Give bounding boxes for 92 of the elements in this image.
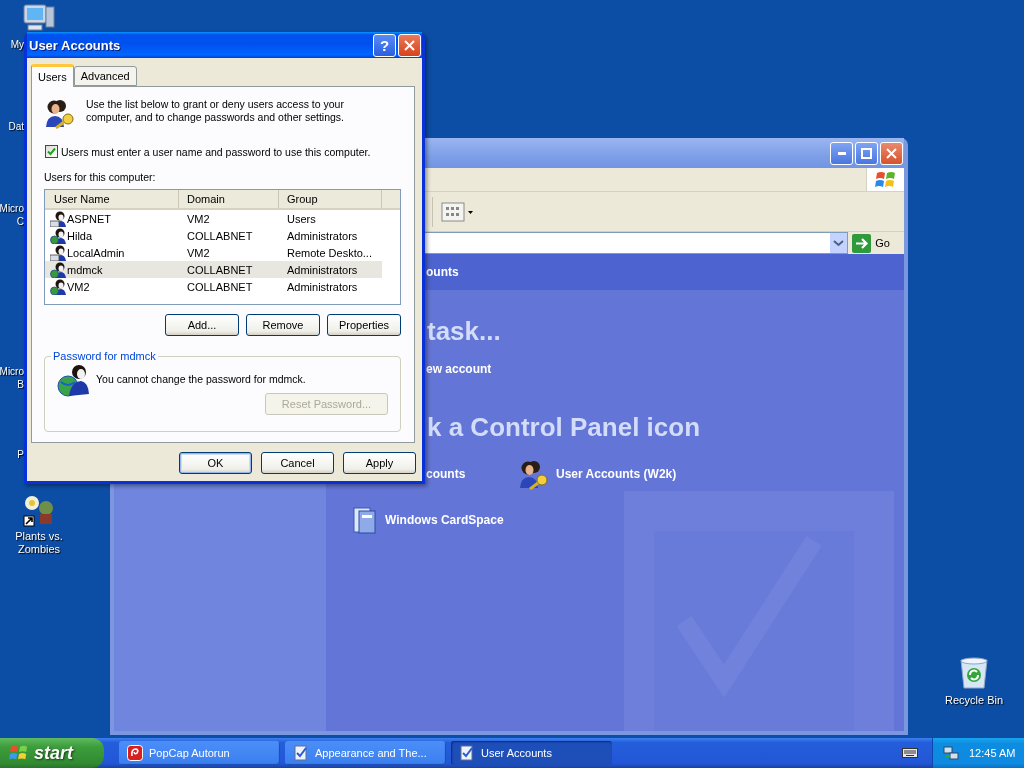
minimize-icon (837, 151, 846, 155)
icon-label: Dat (8, 120, 24, 133)
list-button[interactable]: Remove (246, 314, 320, 336)
list-label: Users for this computer: (44, 171, 157, 183)
close-button[interactable] (880, 141, 903, 165)
maximize-button[interactable] (855, 141, 878, 165)
table-cell: Hilda (67, 229, 93, 242)
table-cell: VM2 (187, 246, 210, 259)
section-heading: k a Control Panel icon (427, 411, 701, 443)
header-title: ounts (426, 265, 459, 279)
globe-user-icon (57, 364, 91, 398)
table-cell: COLLABNET (187, 229, 253, 242)
dialog-button[interactable]: Cancel (261, 452, 334, 474)
table-cell: Users (287, 212, 316, 225)
checkbox-label: Users must enter a user name and password to use this computer. (61, 145, 371, 158)
list-button[interactable]: Properties (327, 314, 401, 336)
computer-icon[interactable] (22, 3, 56, 33)
globe-user-icon (50, 227, 66, 244)
start-button[interactable]: start (0, 738, 104, 768)
icon-label: P (17, 448, 24, 461)
icon-label: Zombies (17, 543, 61, 556)
table-cell: Administrators (287, 280, 358, 293)
checkbox[interactable] (45, 145, 58, 158)
flag-logo-icon (9, 744, 29, 762)
table-cell: Administrators (287, 229, 358, 242)
flower-shortcut-icon[interactable] (22, 494, 56, 528)
task-link[interactable]: ew account (426, 361, 492, 377)
computer-user-icon (50, 244, 66, 261)
maximize-icon (861, 147, 872, 159)
icon-label: Recycle Bin (944, 694, 1004, 707)
table-cell: Remote Deskto... (287, 246, 372, 259)
window-check-icon (293, 745, 309, 761)
clock[interactable]: 12:45 AM (969, 747, 1016, 759)
user-row[interactable]: LocalAdmin VM2 Remote Deskto... (45, 244, 382, 261)
column-header[interactable]: Group (279, 190, 382, 208)
dialog-button[interactable]: Apply (343, 452, 416, 474)
control-panel-link[interactable]: Windows CardSpace (385, 513, 504, 527)
taskbar-button[interactable]: User Accounts (451, 741, 612, 765)
list-button[interactable]: Add... (165, 314, 239, 336)
users-key-icon (518, 458, 550, 490)
table-cell: COLLABNET (187, 280, 253, 293)
window-title: User Accounts (29, 37, 122, 53)
user-row[interactable]: mdmck COLLABNET Administrators (45, 261, 382, 278)
view-icon[interactable] (441, 201, 475, 222)
user-row[interactable]: VM2 COLLABNET Administrators (45, 278, 382, 295)
icon-label: Plants vs. (15, 530, 63, 543)
table-cell: VM2 (187, 212, 210, 225)
go-button[interactable]: Go (852, 233, 904, 253)
icon-label: Micro (0, 365, 24, 378)
section-heading: task... (427, 315, 501, 347)
table-cell: mdmck (67, 263, 103, 276)
intro-text: Use the list below to grant or deny users access to your computer, and to change passwords and other settings. (86, 98, 345, 124)
close-icon (886, 147, 897, 159)
table-cell: Administrators (287, 263, 358, 276)
icon-label: My (10, 38, 24, 51)
table-cell: COLLABNET (187, 263, 253, 276)
taskbar-button[interactable]: Appearance and The... (285, 741, 446, 765)
icon-label: C (16, 215, 24, 228)
globe-user-icon (50, 278, 66, 295)
swirl-icon (127, 745, 143, 761)
user-row[interactable]: ASPNET VM2 Users (45, 210, 382, 227)
dialog-button[interactable]: OK (179, 452, 252, 474)
recycle-bin-icon[interactable] (958, 656, 990, 690)
close-button[interactable] (398, 33, 421, 57)
control-panel-link[interactable]: User Accounts (W2k) (556, 467, 677, 481)
taskbar-button[interactable]: PopCap Autorun (119, 741, 280, 765)
card-icon[interactable] (351, 505, 379, 535)
icon-label: Micro (0, 202, 24, 215)
check-icon (47, 147, 56, 156)
icon-label: B (17, 378, 24, 391)
user-row[interactable]: Hilda COLLABNET Administrators (45, 227, 382, 244)
minimize-button[interactable] (830, 141, 853, 165)
table-cell: LocalAdmin (67, 246, 125, 259)
tab[interactable]: Users (31, 64, 74, 87)
window-check-icon (459, 745, 475, 761)
dropdown-icon[interactable] (830, 233, 848, 253)
group-title: Password for mdmck (52, 350, 157, 362)
users-key-icon (44, 97, 76, 129)
column-header[interactable]: User Name (45, 190, 179, 208)
help-button[interactable]: ? (373, 33, 396, 57)
column-header[interactable]: Domain (179, 190, 279, 208)
control-panel-link[interactable]: counts (426, 467, 466, 481)
close-icon (404, 39, 415, 51)
globe-user-icon (50, 261, 66, 278)
computer-user-icon (50, 210, 66, 227)
table-cell: VM2 (67, 280, 90, 293)
table-cell: ASPNET (67, 212, 111, 225)
network-icon[interactable] (943, 745, 959, 761)
tab[interactable]: Advanced (73, 66, 137, 86)
flag-logo-icon (874, 169, 897, 190)
password-message: You cannot change the password for mdmck. (96, 373, 306, 385)
keyboard-icon[interactable] (902, 747, 918, 759)
